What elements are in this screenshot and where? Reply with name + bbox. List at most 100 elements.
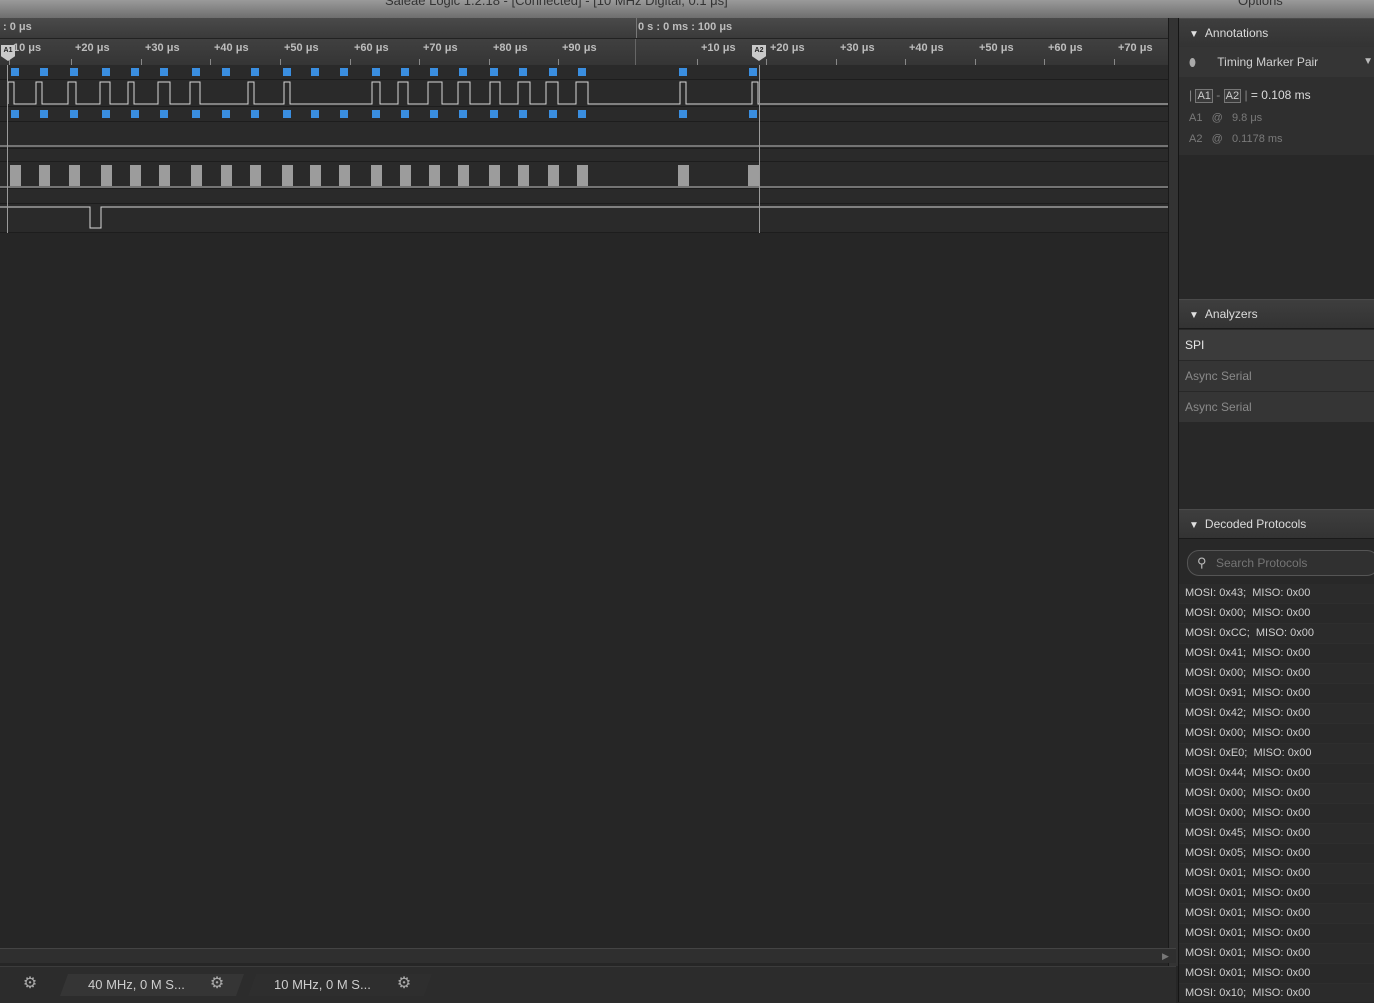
collapse-triangle-icon[interactable]: ▼ [1189,302,1199,330]
data-dot [160,110,168,118]
decoded-row[interactable]: MOSI: 0x00; MISO: 0x00 [1179,804,1374,824]
tab-session-2-label: 10 MHz, 0 M S... [274,977,371,992]
clock-dot [372,68,380,76]
data-dot [311,110,319,118]
gear-icon[interactable]: ⚙ [395,973,413,995]
decoded-row[interactable]: MOSI: 0xCC; MISO: 0x00 [1179,624,1374,644]
clock-dot [11,68,19,76]
decoded-bar [339,165,350,186]
decoded-bar [69,165,80,186]
timing-marker-pair-item[interactable]: ⬮ Timing Marker Pair ▼ [1179,47,1374,77]
decoded-bar [282,165,293,186]
decoded-protocols-header[interactable]: ▼ Decoded Protocols [1179,509,1374,539]
collapse-triangle-icon[interactable]: ▼ [1189,512,1199,540]
gear-icon[interactable]: ⚙ [208,973,226,995]
data-dot [40,110,48,118]
decoded-row[interactable]: MOSI: 0x42; MISO: 0x00 [1179,704,1374,724]
vertical-splitter[interactable] [1168,18,1178,966]
horizontal-scrollbar[interactable]: ▶ [0,948,1176,963]
data-dot [340,110,348,118]
decoded-row[interactable]: MOSI: 0x01; MISO: 0x00 [1179,904,1374,924]
decoded-bar [10,165,21,186]
decoded-row[interactable]: MOSI: 0x44; MISO: 0x00 [1179,764,1374,784]
decoded-row[interactable]: MOSI: 0x00; MISO: 0x00 [1179,784,1374,804]
tab-session-1-label: 40 MHz, 0 M S... [88,977,185,992]
decoded-row[interactable]: MOSI: 0x10; MISO: 0x00 [1179,984,1374,1002]
a2-badge: A2 [1223,89,1242,103]
clock-dot [251,68,259,76]
data-dot [70,110,78,118]
clock-dot [401,68,409,76]
decoded-row[interactable]: MOSI: 0x01; MISO: 0x00 [1179,924,1374,944]
decoded-row[interactable]: MOSI: 0x01; MISO: 0x00 [1179,944,1374,964]
decoded-row[interactable]: MOSI: 0x45; MISO: 0x00 [1179,824,1374,844]
waveform-panel[interactable]: : 0 μs 0 s : 0 ms : 100 μs 10 μs +20 μs +3… [0,18,1168,948]
decoded-row[interactable]: MOSI: 0x01; MISO: 0x00 [1179,964,1374,984]
data-dot [131,110,139,118]
decoded-bar [518,165,529,186]
decoded-row[interactable]: MOSI: 0x01; MISO: 0x00 [1179,864,1374,884]
decoded-row[interactable]: MOSI: 0x41; MISO: 0x00 [1179,644,1374,664]
decoded-bar [101,165,112,186]
gear-icon[interactable]: ⚙ [21,973,39,995]
decoded-row[interactable]: MOSI: 0x91; MISO: 0x00 [1179,684,1374,704]
data-dot [519,110,527,118]
a1-badge: A1 [1195,89,1213,103]
waveform-traces [0,68,1168,229]
clock-dot [222,68,230,76]
data-dot [11,110,19,118]
decoded-row[interactable]: MOSI: 0xE0; MISO: 0x00 [1179,744,1374,764]
timing-marker-pair-label: Timing Marker Pair [1217,55,1319,69]
decoded-row[interactable]: MOSI: 0x00; MISO: 0x00 [1179,724,1374,744]
collapse-triangle-icon[interactable]: ▼ [1189,21,1199,49]
clock-dot [578,68,586,76]
search-protocols-box[interactable]: ⚲ [1187,550,1374,576]
clock-dot [490,68,498,76]
search-protocols-input[interactable] [1214,555,1368,571]
decoded-bar [310,165,321,186]
window-title: Saleae Logic 1.2.18 - [Connected] - [10 … [385,0,728,8]
decoded-bar [39,165,50,186]
data-dot [372,110,380,118]
data-dot [192,110,200,118]
decoded-bar [577,165,588,186]
a1-time-row: A1 @ 9.8 μs [1189,112,1263,124]
clock-dot [283,68,291,76]
annotations-header[interactable]: ▼ Annotations [1179,18,1374,48]
a1-time-value: 9.8 μs [1231,112,1263,124]
decoded-row[interactable]: MOSI: 0x00; MISO: 0x00 [1179,664,1374,684]
bottom-tab-bar: ⚙ 40 MHz, 0 M S... ⚙ 10 MHz, 0 M S... ⚙ [0,966,1176,1003]
clock-dot [549,68,557,76]
decoded-row[interactable]: MOSI: 0x01; MISO: 0x00 [1179,884,1374,904]
data-dot [102,110,110,118]
decoded-bar [489,165,500,186]
analyzers-header[interactable]: ▼ Analyzers [1179,299,1374,329]
analyzer-async-serial-1[interactable]: Async Serial [1179,361,1374,391]
decoded-row[interactable]: MOSI: 0x05; MISO: 0x00 [1179,844,1374,864]
data-dot [549,110,557,118]
analyzer-spi[interactable]: SPI [1179,330,1374,360]
title-bar: Saleae Logic 1.2.18 - [Connected] - [10 … [0,0,1374,18]
options-button[interactable]: Options [1238,0,1283,8]
scroll-right-icon[interactable]: ▶ [1162,949,1172,963]
data-dot [430,110,438,118]
search-icon: ⚲ [1197,555,1207,570]
decoded-bar [678,165,689,186]
clock-dot [160,68,168,76]
data-dot [490,110,498,118]
clock-dot [459,68,467,76]
decoded-row[interactable]: MOSI: 0x43; MISO: 0x00 [1179,584,1374,604]
marker-a1-line [7,65,8,233]
channel-7-trace [0,206,1168,229]
marker-diff-value: 0.108 ms [1261,88,1311,102]
clock-dot [519,68,527,76]
decoded-row[interactable]: MOSI: 0x00; MISO: 0x00 [1179,604,1374,624]
a2-time-row: A2 @ 0.1178 ms [1189,133,1283,145]
pin-icon: ⬮ [1189,57,1196,69]
dropdown-triangle-icon[interactable]: ▼ [1363,47,1373,77]
data-dot [283,110,291,118]
marker-a2-line [759,65,760,233]
analyzer-async-serial-2[interactable]: Async Serial [1179,392,1374,422]
decoded-protocols-list[interactable]: MOSI: 0x43; MISO: 0x00 MOSI: 0x00; MISO: … [1179,584,1374,1002]
side-panel: ▼ Annotations ⬮ Timing Marker Pair ▼ | A1… [1178,18,1374,1002]
